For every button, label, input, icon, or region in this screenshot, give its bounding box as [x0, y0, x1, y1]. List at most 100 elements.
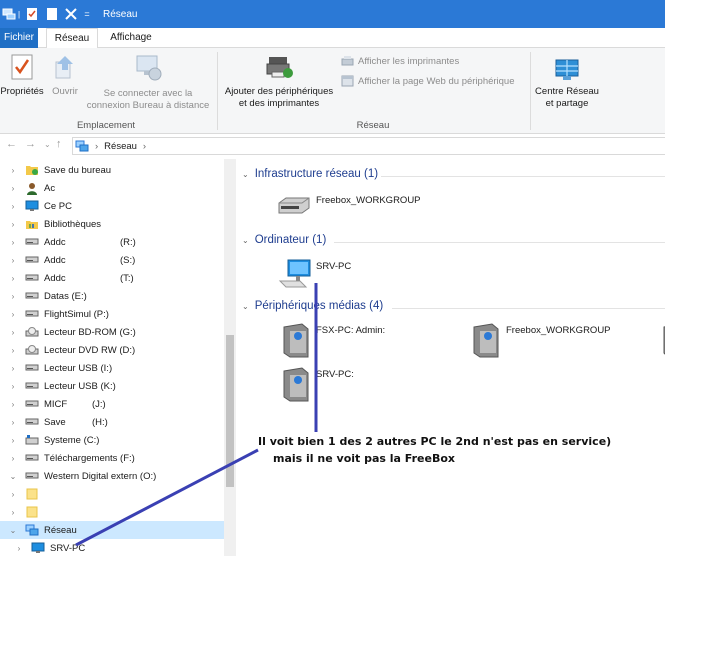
nav-item[interactable]: › Ce PC: [0, 197, 224, 215]
nav-item[interactable]: › Lecteur USB (K:): [0, 377, 224, 395]
nav-item[interactable]: › FlightSimul (P:): [0, 305, 224, 323]
disc-drive-icon: [24, 343, 40, 357]
delete-icon[interactable]: [64, 5, 78, 23]
new-folder-icon[interactable]: [46, 5, 58, 23]
collapse-chevron-icon[interactable]: ⌄: [242, 302, 249, 311]
nav-scroll-thumb[interactable]: [226, 335, 234, 487]
nav-item[interactable]: › MICF (J:): [0, 395, 224, 413]
show-printers-label: Afficher les imprimantes: [358, 55, 460, 67]
add-devices-label-1: Ajouter des périphériques: [224, 86, 334, 97]
chevron-right-icon[interactable]: ›: [8, 220, 18, 229]
nav-item-label: Réseau: [44, 524, 77, 536]
chevron-right-icon[interactable]: ›: [8, 400, 18, 409]
nav-item[interactable]: › Lecteur USB (I:): [0, 359, 224, 377]
nav-item[interactable]: › Addc (R:): [0, 233, 224, 251]
nav-item[interactable]: › Téléchargements (F:): [0, 449, 224, 467]
nav-item[interactable]: ›: [0, 503, 224, 521]
chevron-right-icon[interactable]: ›: [8, 382, 18, 391]
nav-item[interactable]: › Lecteur BD-ROM (G:): [0, 323, 224, 341]
add-devices-icon: [219, 54, 339, 80]
show-printers-button[interactable]: Afficher les imprimantes: [341, 55, 459, 67]
chevron-down-icon[interactable]: ⌄: [8, 472, 18, 481]
properties-checklist-icon[interactable]: [26, 5, 38, 23]
nav-item[interactable]: › Bibliothèques: [0, 215, 224, 233]
annotation-line-1: Il voit bien 1 des 2 autres PC le 2nd n'…: [258, 435, 612, 448]
group-header-ordinateur[interactable]: ⌄ Ordinateur (1): [242, 234, 326, 246]
breadcrumb-chevron-icon[interactable]: ›: [143, 141, 146, 152]
item-srv-pc-computer[interactable]: SRV-PC: [278, 259, 351, 289]
chevron-right-icon[interactable]: ›: [8, 346, 18, 355]
address-bar[interactable]: › Réseau ›: [72, 137, 665, 155]
chevron-right-icon[interactable]: ›: [8, 508, 18, 517]
recent-dropdown-icon[interactable]: ⌄: [44, 140, 51, 149]
add-devices-label-2: et des imprimantes: [238, 98, 320, 109]
chevron-right-icon[interactable]: ›: [8, 454, 18, 463]
chevron-right-icon[interactable]: ›: [8, 202, 18, 211]
collapse-chevron-icon[interactable]: ⌄: [242, 170, 249, 179]
chevron-right-icon[interactable]: ›: [8, 238, 18, 247]
item-media-srv-pc[interactable]: SRV-PC:: [280, 367, 354, 403]
group-header-infrastructure[interactable]: ⌄ Infrastructure réseau (1): [242, 168, 378, 180]
chevron-right-icon[interactable]: ›: [8, 418, 18, 427]
tab-fichier[interactable]: Fichier: [0, 28, 38, 48]
item-media-fsx-pc[interactable]: FSX-PC: Admin:: [280, 323, 385, 359]
collapse-chevron-icon[interactable]: ⌄: [242, 236, 249, 245]
nav-item[interactable]: › Lecteur DVD RW (D:): [0, 341, 224, 359]
nav-item-label: Save du bureau: [44, 164, 112, 176]
chevron-down-icon[interactable]: ⌄: [8, 526, 18, 535]
chevron-right-icon[interactable]: ›: [8, 436, 18, 445]
network-center-label-1: Centre Réseau: [535, 86, 599, 97]
customize-toolbar-icon[interactable]: =: [82, 5, 92, 23]
title-bar: | = Réseau: [0, 0, 665, 28]
item-media-freebox[interactable]: Freebox_WORKGROUP: [470, 323, 611, 359]
media-device-icon: [663, 326, 665, 355]
forward-arrow-icon[interactable]: →: [25, 138, 36, 150]
chevron-right-icon[interactable]: ›: [8, 166, 18, 175]
nav-item-label: Lecteur DVD RW (D:): [44, 344, 136, 356]
breadcrumb-reseau[interactable]: Réseau: [104, 141, 137, 152]
chevron-right-icon[interactable]: ›: [8, 274, 18, 283]
chevron-right-icon[interactable]: ›: [8, 364, 18, 373]
properties-button[interactable]: Propriétés: [0, 54, 44, 98]
nav-item[interactable]: › Systeme (C:): [0, 431, 224, 449]
item-media-partial[interactable]: [660, 323, 665, 359]
group-divider: [334, 242, 665, 243]
media-device-icon: [473, 323, 499, 358]
nav-item[interactable]: › Datas (E:): [0, 287, 224, 305]
chevron-right-icon[interactable]: ›: [8, 184, 18, 193]
libraries-icon: [24, 217, 40, 231]
open-icon: [46, 54, 84, 80]
chevron-right-icon[interactable]: ›: [8, 256, 18, 265]
separator-icon: |: [17, 9, 21, 19]
up-arrow-icon[interactable]: ↑: [56, 138, 62, 150]
printer-icon: [341, 56, 354, 66]
tab-affichage[interactable]: Affichage: [104, 28, 158, 48]
tab-reseau[interactable]: Réseau: [46, 28, 98, 49]
nav-item[interactable]: › Ac: [0, 179, 224, 197]
add-devices-button[interactable]: Ajouter des périphériques et des imprima…: [219, 54, 339, 110]
show-device-webpage-button[interactable]: Afficher la page Web du périphérique: [341, 75, 515, 87]
nav-item[interactable]: › Save (H:): [0, 413, 224, 431]
back-arrow-icon[interactable]: ←: [6, 138, 17, 150]
remote-desktop-button[interactable]: Se connecter avec la connexion Bureau à …: [84, 54, 212, 112]
network-app-icon[interactable]: [2, 5, 16, 23]
nav-item[interactable]: ›: [0, 485, 224, 503]
webpage-icon: [341, 75, 354, 87]
nav-item[interactable]: ⌄ Réseau: [0, 521, 224, 539]
properties-icon: [0, 54, 44, 80]
chevron-right-icon[interactable]: ›: [8, 328, 18, 337]
group-header-medias[interactable]: ⌄ Périphériques médias (4): [242, 300, 383, 312]
chevron-right-icon[interactable]: ›: [8, 292, 18, 301]
network-center-button[interactable]: Centre Réseau et partage: [532, 58, 602, 110]
item-freebox-router[interactable]: Freebox_WORKGROUP: [276, 193, 421, 217]
nav-item[interactable]: ⌄ Western Digital extern (O:): [0, 467, 224, 485]
chevron-right-icon[interactable]: ›: [8, 310, 18, 319]
open-button[interactable]: Ouvrir: [46, 54, 84, 98]
nav-scrollbar[interactable]: [224, 159, 236, 556]
chevron-right-icon[interactable]: ›: [8, 490, 18, 499]
nav-item[interactable]: › SRV-PC: [0, 539, 224, 556]
nav-item[interactable]: › Addc (T:): [0, 269, 224, 287]
nav-item[interactable]: › Save du bureau: [0, 161, 224, 179]
nav-item[interactable]: › Addc (S:): [0, 251, 224, 269]
chevron-right-icon[interactable]: ›: [14, 544, 24, 553]
